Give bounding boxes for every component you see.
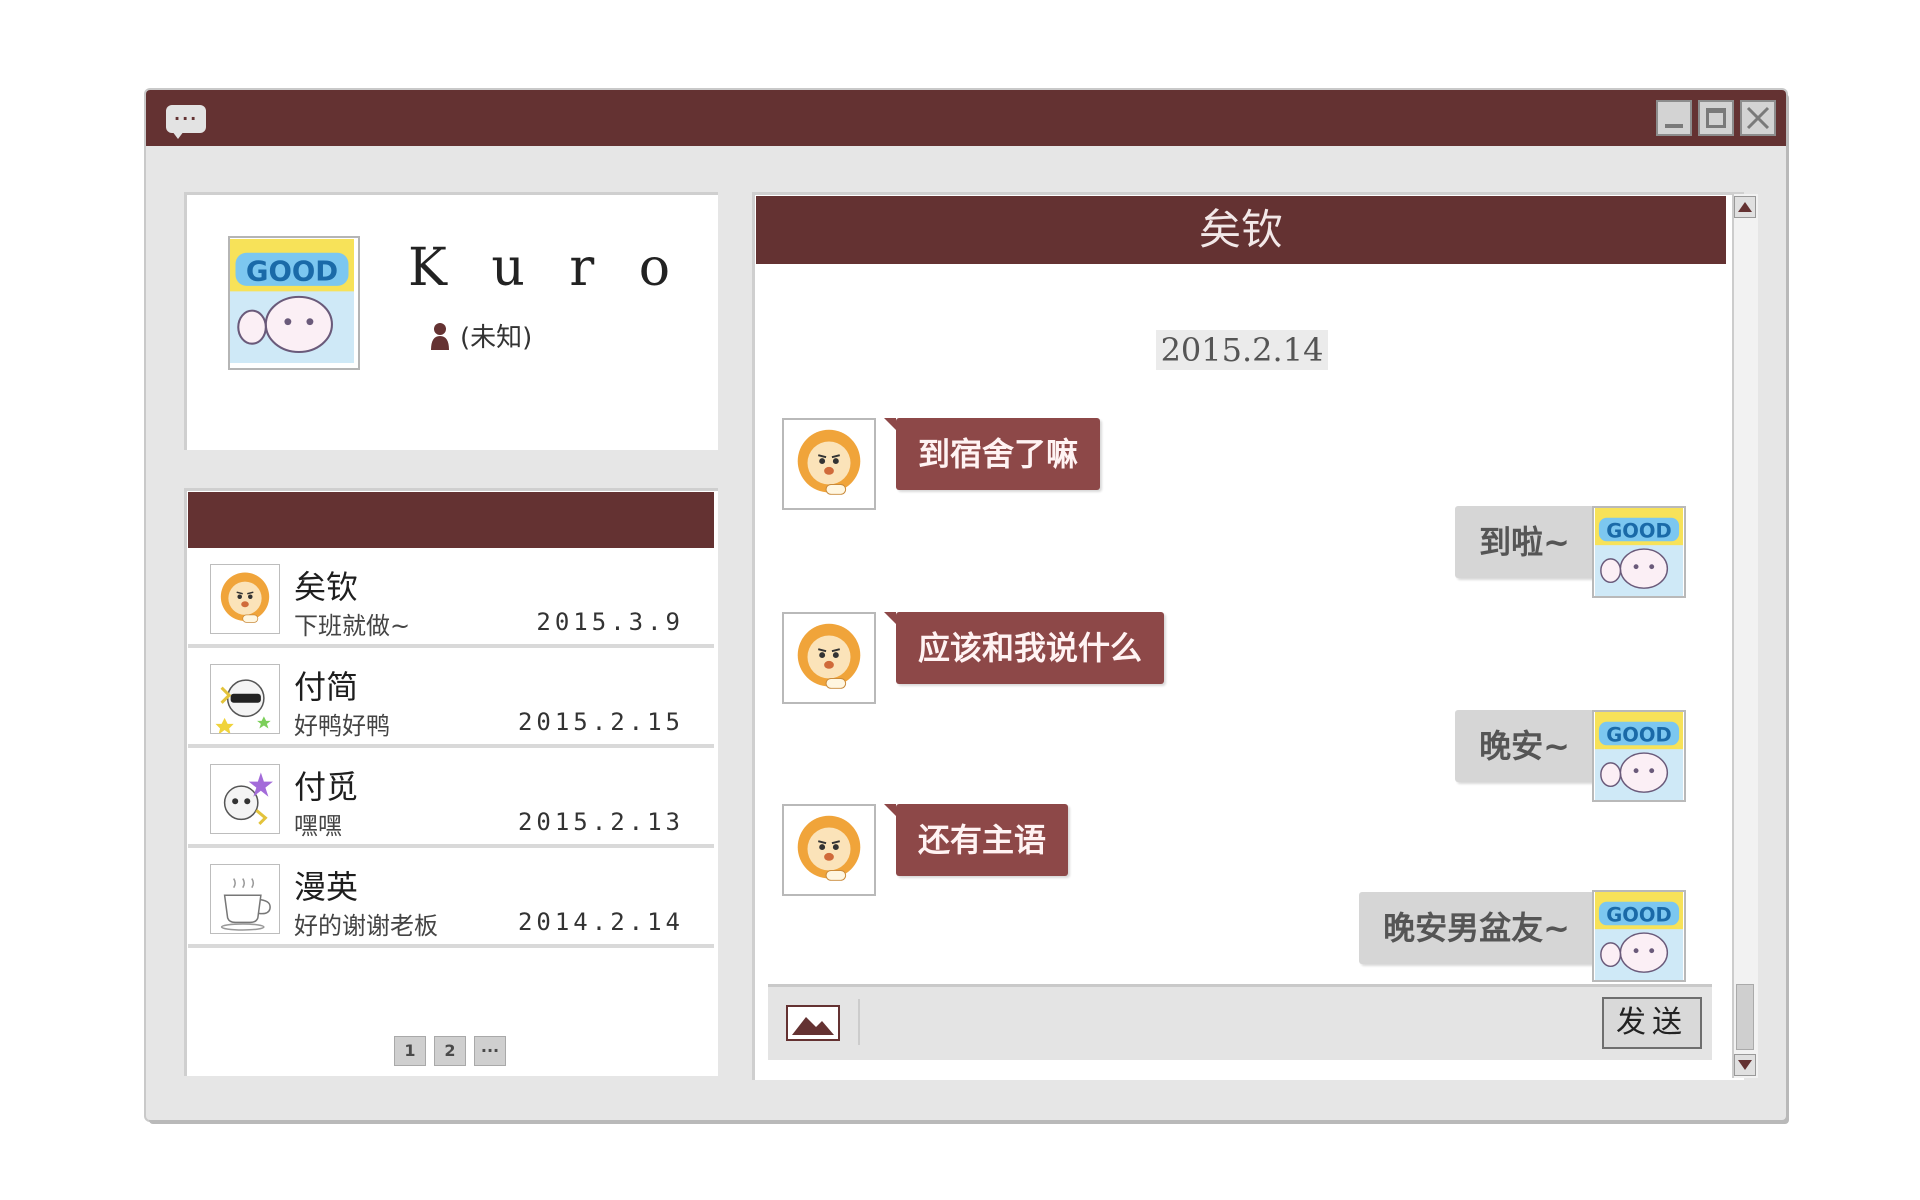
profile-status: (未知) [430, 317, 532, 354]
contact-name: 付简 [294, 668, 359, 706]
my-message-avatar[interactable] [1592, 890, 1686, 982]
contact-message-avatar[interactable] [782, 804, 876, 896]
profile-avatar[interactable] [228, 236, 360, 370]
contact-item[interactable]: 付觅 嘿嘿 2015.2.13 [188, 748, 714, 848]
contact-avatar [210, 564, 280, 634]
message-composer: 发送 [768, 984, 1712, 1060]
window-controls [1656, 100, 1776, 136]
status-text: (未知) [460, 323, 533, 353]
chat-window: ··· K u r o (未知) 矣钦 下班就做~ 2015.3.9 付简 好鸭… [146, 90, 1786, 1120]
contact-last-message: 好鸭好鸭 [294, 712, 390, 740]
contact-name: 矣钦 [294, 568, 359, 606]
message-bubble-incoming: 还有主语 [883, 804, 1069, 876]
title-bar[interactable]: ··· [146, 90, 1786, 146]
contact-item[interactable]: 付简 好鸭好鸭 2015.2.15 [188, 648, 714, 748]
close-icon[interactable] [1740, 100, 1776, 136]
message-bubble-outgoing: 晚安~ [1455, 710, 1606, 782]
profile-card: K u r o (未知) [184, 192, 718, 450]
scroll-down-icon[interactable] [1734, 1054, 1756, 1076]
page-2-button[interactable]: 2 [434, 1036, 466, 1066]
scroll-up-icon[interactable] [1734, 196, 1756, 218]
contact-date: 2015.2.15 [517, 708, 684, 736]
chat-bubble-icon: ··· [166, 105, 206, 139]
person-icon [431, 322, 449, 350]
chat-scrollbar[interactable] [1732, 194, 1758, 1078]
maximize-icon[interactable] [1698, 100, 1734, 136]
pagination: 1 2 ··· [394, 1036, 506, 1066]
message-bubble-outgoing: 晚安男盆友~ [1359, 892, 1606, 964]
contacts-panel: 矣钦 下班就做~ 2015.3.9 付简 好鸭好鸭 2015.2.15 付觅 嘿… [184, 488, 718, 1076]
message-bubble-incoming: 应该和我说什么 [883, 612, 1165, 684]
contact-message-avatar[interactable] [782, 612, 876, 704]
contact-item[interactable]: 漫英 好的谢谢老板 2014.2.14 [188, 848, 714, 948]
contact-date: 2015.3.9 [536, 608, 684, 636]
contact-message-avatar[interactable] [782, 418, 876, 510]
contact-last-message: 下班就做~ [294, 612, 411, 640]
contact-avatar [210, 864, 280, 934]
my-message-avatar[interactable] [1592, 710, 1686, 802]
contact-item[interactable]: 矣钦 下班就做~ 2015.3.9 [188, 548, 714, 648]
contact-name: 付觅 [294, 768, 359, 806]
profile-name: K u r o [408, 238, 685, 298]
contact-avatar [210, 764, 280, 834]
page-1-button[interactable]: 1 [394, 1036, 426, 1066]
contact-last-message: 嘿嘿 [294, 812, 342, 840]
contact-last-message: 好的谢谢老板 [294, 912, 438, 940]
contact-date: 2014.2.14 [517, 908, 684, 936]
date-separator: 2015.2.14 [1156, 330, 1328, 370]
page-more-button[interactable]: ··· [474, 1036, 506, 1066]
message-input[interactable] [858, 999, 1544, 1045]
message-bubble-outgoing: 到啦~ [1455, 506, 1606, 578]
my-message-avatar[interactable] [1592, 506, 1686, 598]
contact-name: 漫英 [294, 868, 359, 906]
contacts-header [188, 492, 714, 548]
chat-panel: 矣钦 2015.2.14 到宿舍了嘛 到啦~ 应该和我说什么 晚安~ 还有主语 … [752, 192, 1758, 1080]
chat-title: 矣钦 [756, 196, 1726, 264]
scroll-thumb[interactable] [1736, 984, 1754, 1050]
minimize-icon[interactable] [1656, 100, 1692, 136]
send-button[interactable]: 发送 [1602, 997, 1702, 1049]
message-bubble-incoming: 到宿舍了嘛 [883, 418, 1101, 490]
contact-date: 2015.2.13 [517, 808, 684, 836]
contact-avatar [210, 664, 280, 734]
image-icon[interactable] [786, 1005, 840, 1041]
